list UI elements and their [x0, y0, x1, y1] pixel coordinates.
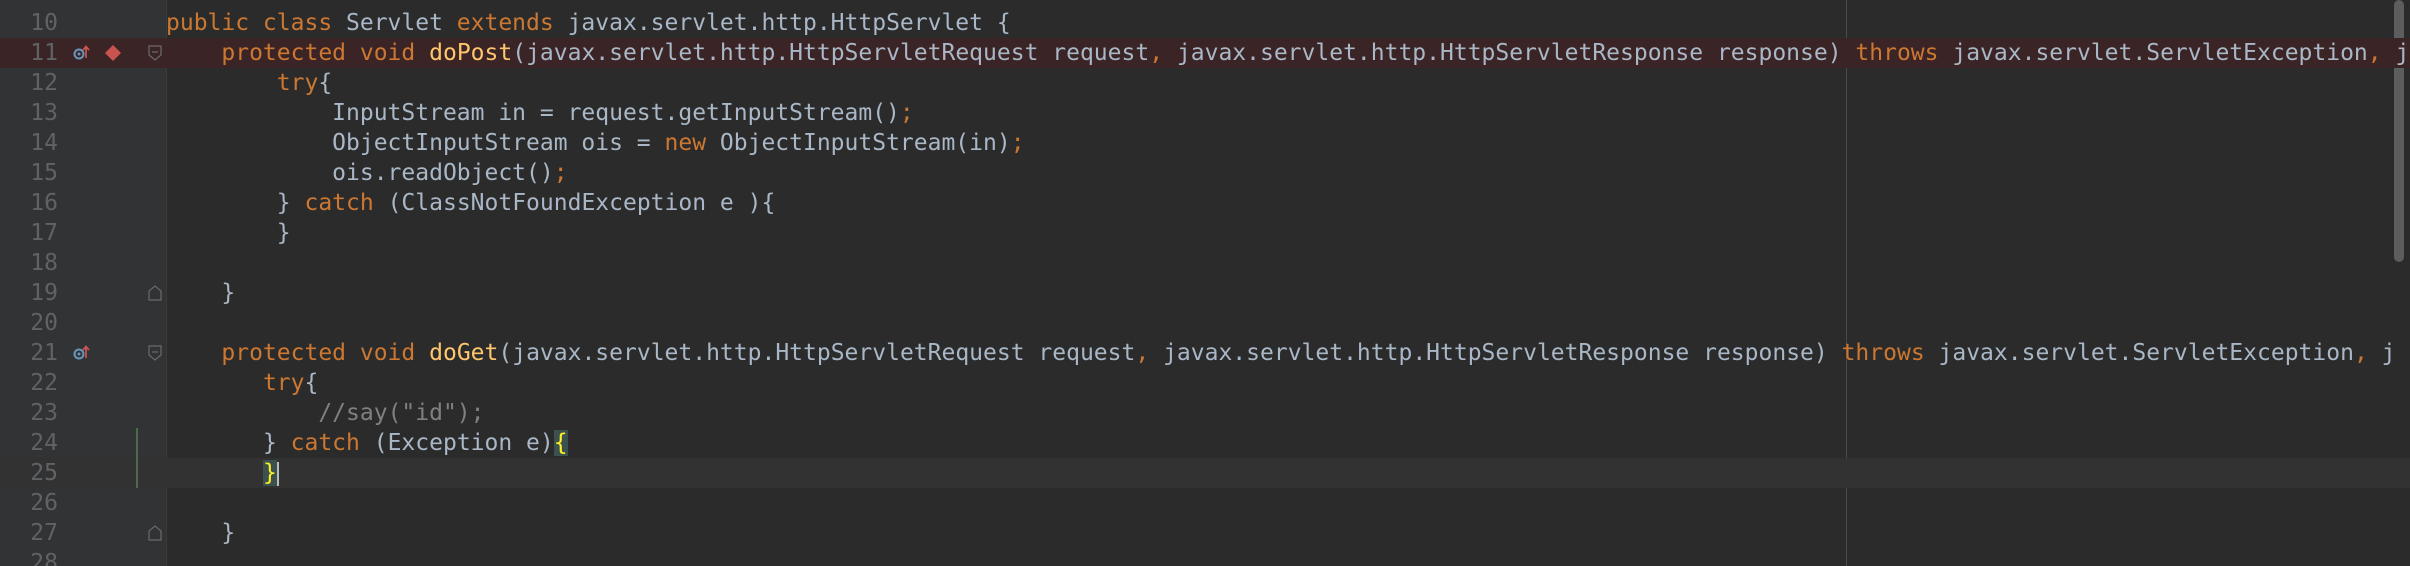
keyword: extends [456, 10, 554, 36]
line-number: 13 [30, 100, 58, 126]
code-text: InputStream in = request.getInputStream(… [332, 100, 914, 126]
code-line-16[interactable]: 16 } catch (ClassNotFoundException e ){ [0, 188, 2410, 218]
line-number: 15 [30, 160, 58, 186]
keyword: throws [1855, 40, 1939, 66]
code-text: } [276, 220, 291, 246]
code-line-12[interactable]: 12 try{ [0, 68, 2410, 98]
vcs-change-marker[interactable] [136, 428, 138, 458]
line-number: 11 [30, 40, 58, 66]
text-caret [276, 461, 279, 486]
keyword: catch [290, 430, 360, 456]
breakpoint-icon[interactable] [104, 44, 122, 62]
line-number: 26 [30, 490, 58, 516]
code-line-22[interactable]: 22 try{ [0, 368, 2410, 398]
override-method-icon[interactable] [72, 44, 90, 62]
code-text: ObjectInputStream ois = new ObjectInputS… [332, 130, 1025, 156]
code-line-19[interactable]: 19 } [0, 278, 2410, 308]
line-number: 10 [30, 10, 58, 36]
method-name: doGet [429, 340, 499, 366]
line-number: 20 [30, 310, 58, 336]
line-number: 17 [30, 220, 58, 246]
override-method-icon[interactable] [72, 344, 90, 362]
code-line-24[interactable]: 24 } catch (Exception e){ [0, 428, 2410, 458]
code-editor[interactable]: 10 public class Servlet extends javax.se… [0, 0, 2410, 566]
fold-end-icon[interactable] [148, 525, 162, 541]
line-number: 24 [30, 430, 58, 456]
code-text: protected void doPost(javax.servlet.http… [221, 40, 2410, 66]
code-line-17[interactable]: 17 } [0, 218, 2410, 248]
keyword: try [276, 70, 319, 96]
keyword: try [262, 370, 305, 396]
code-line-20[interactable]: 20 [0, 308, 2410, 338]
code-line-11[interactable]: 11 protected void doPost(javax.servlet.h… [0, 38, 2410, 68]
line-number: 18 [30, 250, 58, 276]
code-line-14[interactable]: 14 ObjectInputStream ois = new ObjectInp… [0, 128, 2410, 158]
code-line-13[interactable]: 13 InputStream in = request.getInputStre… [0, 98, 2410, 128]
comment: //say("id"); [318, 400, 485, 426]
code-text: protected void doGet(javax.servlet.http.… [221, 340, 2396, 366]
fold-collapse-icon[interactable] [148, 45, 162, 61]
matched-brace-open: { [553, 430, 568, 456]
code-text: } catch (ClassNotFoundException e ){ [276, 190, 776, 216]
keyword: catch [304, 190, 374, 216]
code-line-10[interactable]: 10 public class Servlet extends javax.se… [0, 8, 2410, 38]
fold-end-icon[interactable] [148, 285, 162, 301]
code-text: try{ [262, 370, 319, 396]
code-line-27[interactable]: 27 } [0, 518, 2410, 548]
code-line-26[interactable]: 26 [0, 488, 2410, 518]
code-line-21[interactable]: 21 protected void doGet(javax.servlet.ht… [0, 338, 2410, 368]
line-number: 22 [30, 370, 58, 396]
line-number: 19 [30, 280, 58, 306]
code-text: } [166, 458, 279, 488]
keyword: new [664, 130, 707, 156]
keyword: throws [1841, 340, 1925, 366]
code-line-15[interactable]: 15 ois.readObject(); [0, 158, 2410, 188]
line-number: 21 [30, 340, 58, 366]
code-text: public class Servlet extends javax.servl… [166, 10, 1011, 36]
line-number: 16 [30, 190, 58, 216]
code-text: //say("id"); [166, 398, 485, 428]
code-text: ois.readObject(); [332, 160, 568, 186]
code-line-18[interactable]: 18 [0, 248, 2410, 278]
line-number: 28 [30, 550, 58, 566]
keyword: protected void [221, 40, 416, 66]
code-line-28[interactable]: 28 [0, 548, 2410, 566]
code-text: } [221, 520, 236, 546]
code-line-23[interactable]: 23 //say("id"); [0, 398, 2410, 428]
code-lines: 10 public class Servlet extends javax.se… [0, 8, 2410, 566]
code-line-25[interactable]: 25 } [0, 458, 2410, 488]
method-name: doPost [429, 40, 513, 66]
code-text: } catch (Exception e){ [262, 430, 568, 456]
line-number: 14 [30, 130, 58, 156]
code-text: } [221, 280, 236, 306]
fold-collapse-icon[interactable] [148, 345, 162, 361]
line-number: 23 [30, 400, 58, 426]
vcs-change-marker[interactable] [136, 458, 138, 488]
line-number: 27 [30, 520, 58, 546]
line-number: 25 [30, 460, 58, 486]
code-text: try{ [276, 70, 333, 96]
line-number: 12 [30, 70, 58, 96]
matched-brace-close: } [262, 460, 277, 486]
keyword: public class [166, 10, 333, 36]
keyword: protected void [221, 340, 416, 366]
